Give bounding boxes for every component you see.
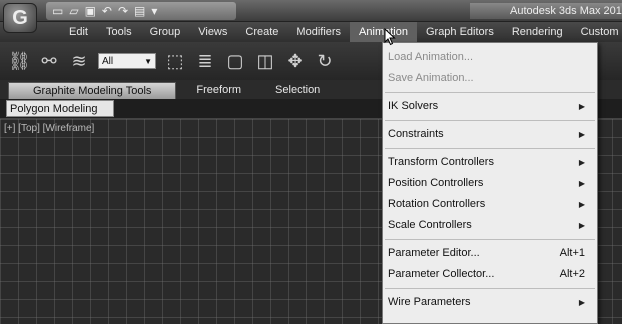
- viewport-label[interactable]: [+] [Top] [Wireframe]: [4, 123, 94, 134]
- tab-freeform[interactable]: Freeform: [182, 82, 255, 99]
- menu-item-parameter-editor[interactable]: Parameter Editor... Alt+1: [383, 243, 597, 264]
- menu-separator: [385, 120, 595, 121]
- menu-item-rotation-controllers[interactable]: Rotation Controllers ▶: [383, 194, 597, 215]
- move-icon[interactable]: ✥: [284, 50, 306, 72]
- submenu-arrow-icon: ▶: [578, 221, 585, 230]
- menu-item-ik-solvers[interactable]: IK Solvers ▶: [383, 96, 597, 117]
- selection-filter-value: All: [102, 55, 114, 67]
- menu-group[interactable]: Group: [141, 22, 190, 42]
- menu-custom[interactable]: Custom: [572, 22, 622, 42]
- title-bar: ▭ ▱ ▣ ↶ ↷ ▤ ▾ Autodesk 3ds Max 201: [0, 0, 622, 22]
- submenu-arrow-icon: ▶: [578, 200, 585, 209]
- link-icon[interactable]: ⛓: [8, 50, 31, 72]
- tab-graphite-modeling-tools[interactable]: Graphite Modeling Tools: [8, 82, 177, 99]
- menu-item-label: IK Solvers: [388, 100, 439, 112]
- undo-icon[interactable]: ↶: [102, 3, 112, 19]
- menu-separator: [385, 148, 595, 149]
- submenu-arrow-icon: ▶: [578, 298, 585, 307]
- menu-item-save-animation[interactable]: Save Animation...: [383, 68, 597, 89]
- bind-space-warp-icon[interactable]: ≋: [68, 50, 90, 72]
- menu-item-label: Transform Controllers: [388, 156, 494, 168]
- redo-icon[interactable]: ↷: [118, 3, 128, 19]
- menu-modifiers[interactable]: Modifiers: [287, 22, 350, 42]
- project-folder-icon[interactable]: ▤: [134, 3, 145, 19]
- menu-separator: [385, 92, 595, 93]
- save-icon[interactable]: ▣: [85, 3, 96, 19]
- menu-item-label: Scale Controllers: [388, 219, 472, 231]
- tab-selection[interactable]: Selection: [261, 82, 334, 99]
- submenu-arrow-icon: ▶: [578, 130, 585, 139]
- unlink-icon[interactable]: ⚯: [38, 50, 60, 72]
- window-crossing-icon[interactable]: ◫: [254, 50, 276, 72]
- submenu-arrow-icon: ▶: [578, 102, 585, 111]
- select-object-icon[interactable]: ⬚: [164, 50, 186, 72]
- menu-item-transform-controllers[interactable]: Transform Controllers ▶: [383, 152, 597, 173]
- menu-item-label: Parameter Collector...: [388, 268, 495, 280]
- menu-create[interactable]: Create: [236, 22, 287, 42]
- application-button[interactable]: G: [3, 3, 37, 33]
- submenu-arrow-icon: ▶: [578, 179, 585, 188]
- menu-item-shortcut: Alt+1: [559, 247, 585, 259]
- selection-filter-dropdown[interactable]: All ▼: [98, 53, 156, 69]
- menu-item-label: Wire Parameters: [388, 296, 471, 308]
- window-title: Autodesk 3ds Max 201: [470, 3, 622, 19]
- menu-item-label: Rotation Controllers: [388, 198, 486, 210]
- new-file-icon[interactable]: ▭: [52, 3, 63, 19]
- menu-item-label: Save Animation...: [388, 72, 474, 84]
- open-file-icon[interactable]: ▱: [69, 3, 78, 19]
- submenu-arrow-icon: ▶: [578, 158, 585, 167]
- menu-item-label: Position Controllers: [388, 177, 484, 189]
- quick-access-toolbar: ▭ ▱ ▣ ↶ ↷ ▤ ▾: [46, 2, 236, 20]
- menu-item-parameter-collector[interactable]: Parameter Collector... Alt+2: [383, 264, 597, 285]
- menu-bar: Edit Tools Group Views Create Modifiers …: [0, 22, 622, 42]
- menu-item-scale-controllers[interactable]: Scale Controllers ▶: [383, 215, 597, 236]
- menu-item-label: Constraints: [388, 128, 444, 140]
- polygon-modeling-panel[interactable]: Polygon Modeling: [6, 100, 114, 117]
- rectangular-selection-icon[interactable]: ▢: [224, 50, 246, 72]
- chevron-down-icon[interactable]: ▾: [151, 3, 157, 19]
- select-by-name-icon[interactable]: ≣: [194, 50, 216, 72]
- chevron-down-icon: ▼: [144, 56, 152, 66]
- menu-item-label: Load Animation...: [388, 51, 474, 63]
- menu-tools[interactable]: Tools: [97, 22, 141, 42]
- menu-separator: [385, 239, 595, 240]
- menu-edit[interactable]: Edit: [60, 22, 97, 42]
- menu-item-wire-parameters[interactable]: Wire Parameters ▶: [383, 292, 597, 313]
- menu-item-position-controllers[interactable]: Position Controllers ▶: [383, 173, 597, 194]
- app-logo: G: [12, 6, 28, 29]
- menu-item-label: Parameter Editor...: [388, 247, 480, 259]
- menu-rendering[interactable]: Rendering: [503, 22, 572, 42]
- menu-views[interactable]: Views: [189, 22, 236, 42]
- menu-item-load-animation[interactable]: Load Animation...: [383, 47, 597, 68]
- menu-item-constraints[interactable]: Constraints ▶: [383, 124, 597, 145]
- menu-item-shortcut: Alt+2: [559, 268, 585, 280]
- menu-separator: [385, 288, 595, 289]
- rotate-icon[interactable]: ↻: [314, 50, 336, 72]
- menu-graph-editors[interactable]: Graph Editors: [417, 22, 503, 42]
- animation-menu: Load Animation... Save Animation... IK S…: [382, 42, 598, 324]
- mouse-cursor-icon: [384, 28, 396, 46]
